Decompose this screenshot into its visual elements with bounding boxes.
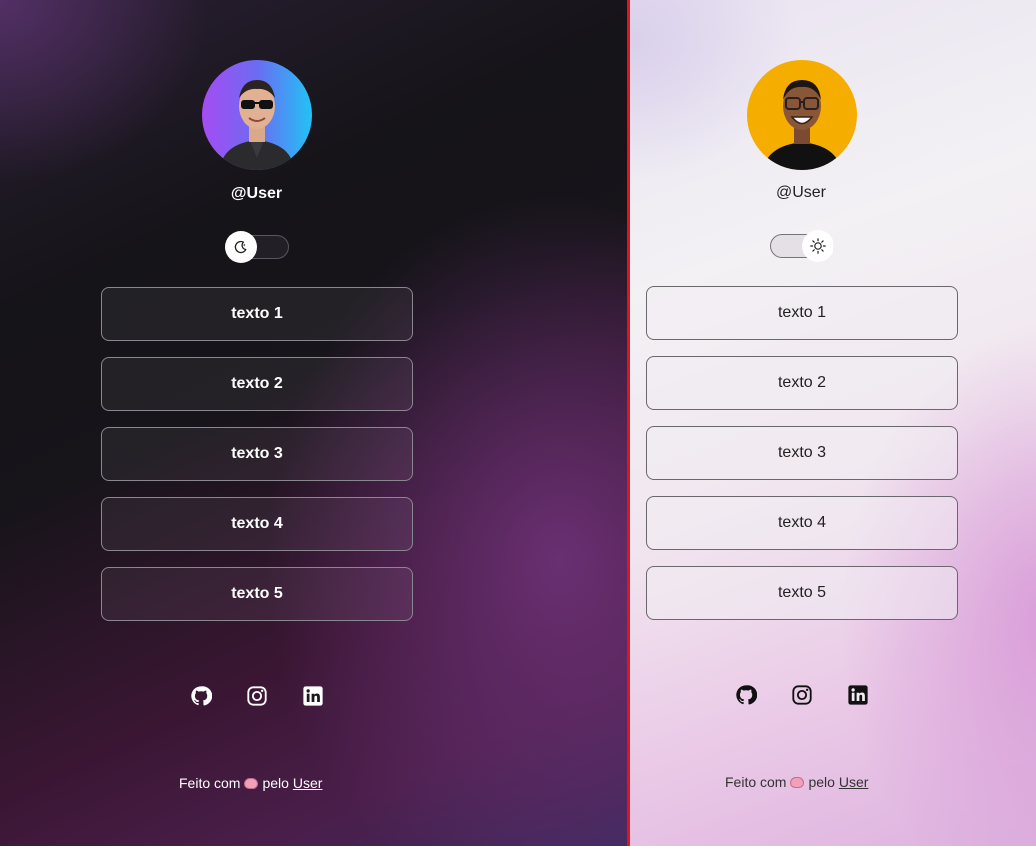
link-button-1[interactable]: texto 1 — [646, 286, 958, 340]
avatar — [202, 60, 312, 170]
sun-icon — [810, 238, 826, 254]
brain-icon — [790, 777, 805, 788]
social-links — [735, 684, 869, 706]
moon-icon — [234, 240, 247, 254]
link-button-1[interactable]: texto 1 — [101, 287, 413, 341]
avatar-photo — [220, 80, 294, 170]
author-link[interactable]: User — [839, 774, 869, 790]
instagram-icon[interactable] — [791, 684, 813, 706]
footer-middle: pelo — [262, 775, 289, 791]
brain-icon — [244, 778, 259, 789]
light-theme-panel: @User texto 1 texto 2 texto 3 texto 4 te… — [630, 0, 1036, 846]
linkedin-icon[interactable] — [302, 685, 324, 707]
toggle-knob[interactable] — [225, 231, 257, 263]
dark-theme-panel: @User texto 1 texto 2 texto 3 texto 4 te… — [0, 0, 627, 846]
link-button-5[interactable]: texto 5 — [646, 566, 958, 620]
github-icon[interactable] — [735, 684, 757, 706]
author-link[interactable]: User — [293, 775, 323, 791]
link-list: texto 1 texto 2 texto 3 texto 4 texto 5 — [101, 287, 413, 637]
username: @User — [775, 184, 827, 201]
avatar-photo — [763, 80, 841, 170]
link-button-2[interactable]: texto 2 — [646, 356, 958, 410]
link-button-5[interactable]: texto 5 — [101, 567, 413, 621]
theme-toggle[interactable] — [770, 230, 834, 262]
footer-prefix: Feito com — [179, 775, 241, 791]
footer-credit: Feito com pelo User — [179, 775, 322, 791]
footer-credit: Feito com pelo User — [725, 774, 868, 790]
instagram-icon[interactable] — [246, 685, 268, 707]
linkedin-icon[interactable] — [847, 684, 869, 706]
username: @User — [230, 185, 283, 202]
footer-middle: pelo — [808, 774, 835, 790]
link-button-3[interactable]: texto 3 — [646, 426, 958, 480]
link-list: texto 1 texto 2 texto 3 texto 4 texto 5 — [646, 286, 958, 636]
link-button-3[interactable]: texto 3 — [101, 427, 413, 481]
social-links — [190, 685, 324, 707]
link-button-4[interactable]: texto 4 — [101, 497, 413, 551]
link-button-2[interactable]: texto 2 — [101, 357, 413, 411]
avatar — [747, 60, 857, 170]
toggle-knob[interactable] — [802, 230, 834, 262]
link-button-4[interactable]: texto 4 — [646, 496, 958, 550]
theme-toggle[interactable] — [225, 231, 289, 263]
footer-prefix: Feito com — [725, 774, 787, 790]
github-icon[interactable] — [190, 685, 212, 707]
